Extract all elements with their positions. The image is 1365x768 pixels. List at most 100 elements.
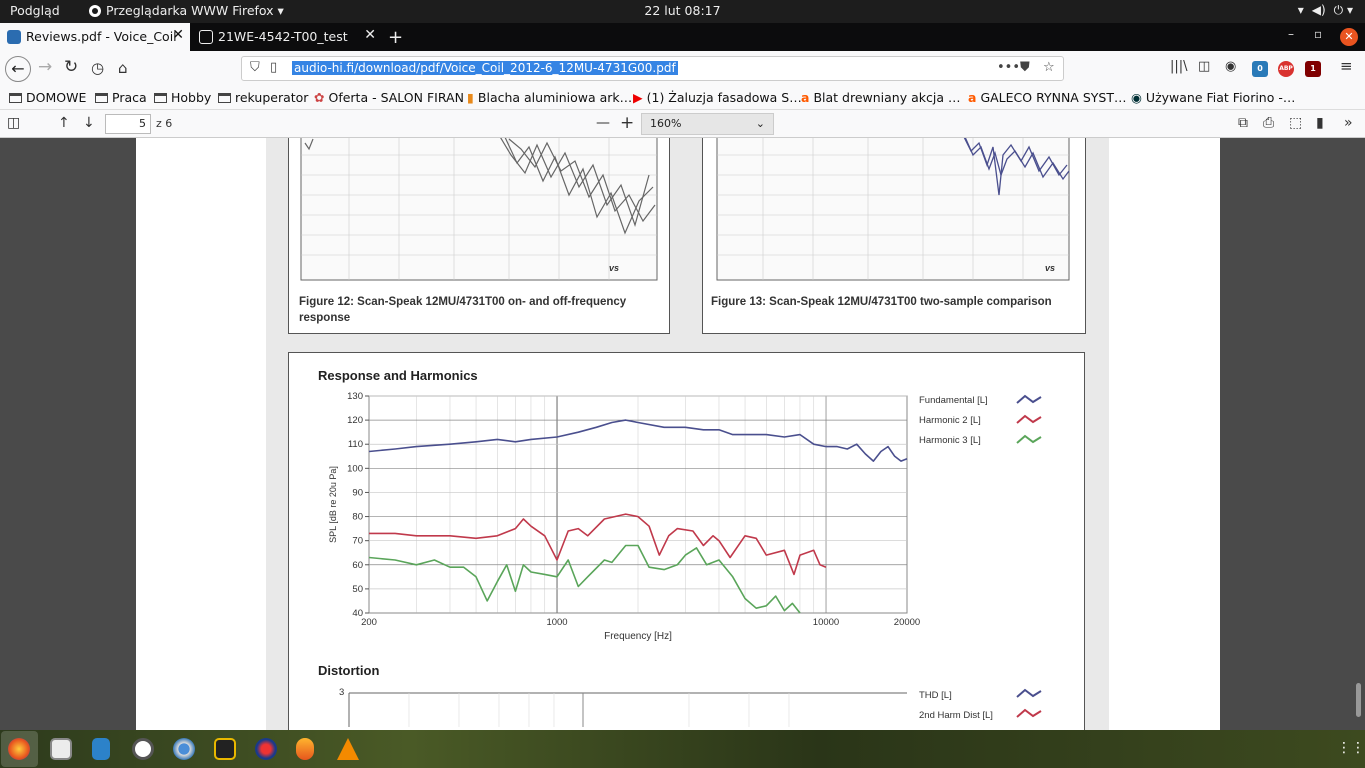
bookmark-blacha[interactable]: ▮ Blacha aluminiowa ark… <box>467 90 632 105</box>
back-button[interactable]: ← <box>5 56 31 82</box>
tab-21we-test[interactable]: 21WE-4542-T00_test ✕ <box>192 23 382 51</box>
system-tray[interactable]: ▾ ◀) ⏻ ▾ <box>1290 3 1353 18</box>
chevron-down-icon: ⌄ <box>755 117 765 130</box>
page-info-icon[interactable]: ▯ <box>270 60 277 75</box>
new-tab-icon[interactable]: + <box>388 27 403 48</box>
url-text[interactable]: audio-hi.fi/download/pdf/Voice_Coil_2012… <box>292 61 678 75</box>
legend-swatch-thd <box>1016 688 1042 698</box>
bookmark-rekuperator[interactable]: rekuperator <box>218 90 308 105</box>
adblock-icon[interactable]: ABP <box>1278 61 1294 77</box>
bookmark-view-icon[interactable]: ▮ <box>1316 115 1324 131</box>
bookmark-salon-firan[interactable]: ✿ Oferta - SALON FIRAN <box>314 90 464 105</box>
x-tick-label: 1000 <box>546 617 567 628</box>
bookmarks-toolbar: DOMOWE Praca Hobby rekuperator ✿ Oferta -… <box>0 86 1365 110</box>
print-icon[interactable]: ⎙ <box>1263 115 1274 131</box>
steam-icon[interactable] <box>255 738 277 760</box>
menu-icon[interactable]: ≡ <box>1340 57 1353 75</box>
window-close-icon[interactable]: ✕ <box>1340 28 1358 46</box>
legend-2nd-harm: 2nd Harm Dist [L] <box>919 710 993 721</box>
youtube-icon: ▶ <box>633 90 643 105</box>
bookmark-label: (1) Żaluzja fasadowa S… <box>646 90 802 105</box>
legend-harmonic-3: Harmonic 3 [L] <box>919 435 981 446</box>
page-count: z 6 <box>156 117 173 130</box>
tracking-shield-icon[interactable]: ⛉ <box>250 60 260 75</box>
zoom-out-icon[interactable]: — <box>596 115 610 131</box>
folder-icon <box>95 93 108 103</box>
flame-icon[interactable] <box>296 738 314 760</box>
dock <box>0 730 1365 768</box>
figure-13-panel: vs Figure 13: Scan-Speak 12MU/4731T00 tw… <box>702 138 1086 334</box>
bookmark-galeco[interactable]: a GALECO RYNNA SYST… <box>968 90 1126 105</box>
close-tab-icon[interactable]: ✕ <box>172 27 184 43</box>
power-icon: ⏻ ▾ <box>1333 3 1353 17</box>
close-tab-icon[interactable]: ✕ <box>364 27 376 43</box>
previous-page-icon[interactable]: ↑ <box>58 115 70 131</box>
x-axis-label: Frequency [Hz] <box>604 631 672 642</box>
y-tick-label: 120 <box>347 415 363 426</box>
bookmark-blat[interactable]: a Blat drewniany akcja … <box>801 90 960 105</box>
presentation-mode-icon[interactable]: ⧉ <box>1238 115 1248 131</box>
firefox-icon[interactable] <box>8 738 30 760</box>
home-icon[interactable]: ⌂ <box>118 59 128 77</box>
bookmark-hobby[interactable]: Hobby <box>154 90 211 105</box>
reload-icon[interactable]: ↻ <box>64 57 78 77</box>
pdf-tab-icon <box>7 30 21 44</box>
writer-icon[interactable] <box>92 738 110 760</box>
wifi-icon: ▾ <box>1297 3 1304 17</box>
legend-harmonic-2: Harmonic 2 [L] <box>919 415 981 426</box>
activities-button[interactable]: Podgląd <box>10 3 60 18</box>
navigation-bar: ← → ↻ ◷ ⌂ ⛉ ▯ audio-hi.fi/download/pdf/V… <box>0 51 1365 86</box>
pdf-viewer[interactable]: vs Figure 12: Scan-Speak 12MU/4731T00 on… <box>0 138 1365 730</box>
zoom-select[interactable]: 160% ⌄ <box>641 113 774 135</box>
tools-icon[interactable]: » <box>1344 115 1353 131</box>
allegro-icon: a <box>968 90 977 105</box>
y-axis-label: SPL [dB re 20u Pa] <box>328 466 338 543</box>
vlc-icon[interactable] <box>337 738 359 760</box>
response-harmonics-panel: Response and Harmonics 40 50 60 70 80 90 100 11… <box>288 352 1085 730</box>
page-number-input[interactable]: 5 <box>105 114 151 134</box>
system-top-bar: Podgląd Przeglądarka WWW Firefox ▾ 22 lu… <box>0 0 1365 23</box>
bookmark-praca[interactable]: Praca <box>95 90 147 105</box>
files-icon[interactable] <box>50 738 72 760</box>
legend-fundamental: Fundamental [L] <box>919 395 988 406</box>
tab-reviews-pdf[interactable]: Reviews.pdf - Voice_Coil ✕ <box>0 23 190 51</box>
bookmark-zaluzja[interactable]: ▶ (1) Żaluzja fasadowa S… <box>633 90 802 105</box>
chromium-icon[interactable] <box>173 738 195 760</box>
library-icon[interactable]: |||\ <box>1170 59 1188 74</box>
bookmark-star-icon[interactable]: ☆ <box>1043 60 1055 75</box>
x-tick-label: 200 <box>361 617 377 628</box>
y-tick-label: 50 <box>352 584 363 595</box>
y-tick-label: 130 <box>347 391 363 402</box>
allegro-icon: a <box>801 90 810 105</box>
account-icon[interactable]: ◉ <box>1225 59 1236 74</box>
rhythmbox-icon[interactable] <box>214 738 236 760</box>
software-icon[interactable] <box>132 738 154 760</box>
bookmark-label: rekuperator <box>235 90 309 105</box>
bookmark-label: DOMOWE <box>26 90 87 105</box>
minimize-icon[interactable]: – <box>1288 27 1294 41</box>
mail-badge-count: 0 <box>1257 64 1263 73</box>
bookmark-label: Praca <box>112 90 147 105</box>
restore-icon[interactable]: ▫ <box>1314 27 1322 41</box>
toggle-sidebar-icon[interactable]: ◫ <box>7 115 20 131</box>
vertical-scrollbar-thumb[interactable] <box>1356 683 1361 717</box>
url-bar[interactable]: ⛉ ▯ audio-hi.fi/download/pdf/Voice_Coil_… <box>241 56 1064 81</box>
pocket-icon[interactable]: ⛊ <box>1020 60 1030 75</box>
clock[interactable]: 22 lut 08:17 <box>644 3 720 18</box>
app-menu[interactable]: Przeglądarka WWW Firefox ▾ <box>88 3 284 18</box>
next-page-icon[interactable]: ↓ <box>83 115 95 131</box>
sidebar-icon[interactable]: ◫ <box>1198 59 1210 74</box>
save-icon[interactable]: ⬚ <box>1289 115 1302 131</box>
ublock-icon[interactable]: 1 <box>1305 61 1321 77</box>
legend-thd: THD [L] <box>919 690 952 701</box>
bookmark-domowe[interactable]: DOMOWE <box>9 90 86 105</box>
history-icon[interactable]: ◷ <box>91 59 104 77</box>
tab-strip: Reviews.pdf - Voice_Coil ✕ 21WE-4542-T00… <box>0 23 1365 51</box>
page-actions-icon[interactable]: ••• <box>997 60 1020 75</box>
pdf-toolbar: ◫ ↑ ↓ 5 z 6 — + 160% ⌄ ⧉ ⎙ ⬚ ▮ » <box>0 110 1365 138</box>
show-applications-icon[interactable]: ⋮⋮ <box>1337 740 1365 756</box>
mail-extension-icon[interactable]: 0 <box>1252 61 1268 77</box>
forward-icon[interactable]: → <box>38 57 52 77</box>
zoom-in-icon[interactable]: + <box>620 113 634 133</box>
bookmark-fiat[interactable]: ◉ Używane Fiat Fiorino -… <box>1131 90 1295 105</box>
